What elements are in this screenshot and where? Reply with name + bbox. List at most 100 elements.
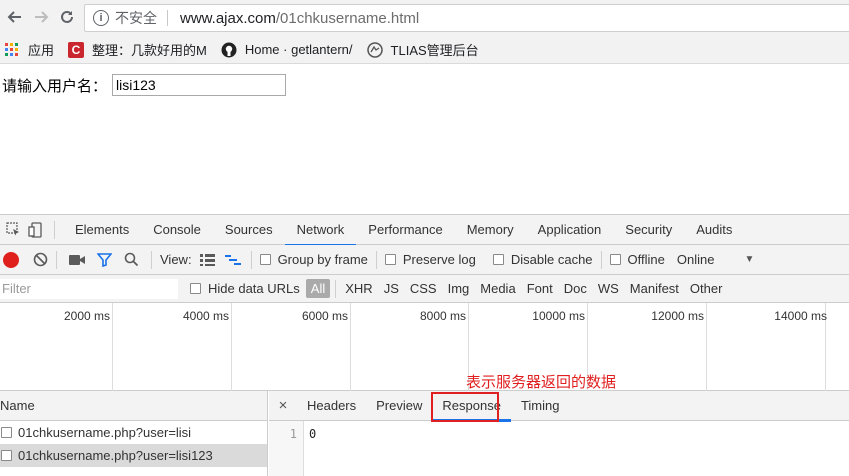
- timeline-column: 2000 ms: [0, 303, 113, 391]
- disable-cache-checkbox[interactable]: [492, 254, 504, 265]
- tab-timing[interactable]: Timing: [511, 391, 570, 421]
- tab-application[interactable]: Application: [526, 215, 614, 245]
- hide-data-urls-toggle[interactable]: Hide data URLs: [190, 281, 300, 296]
- bookmark-apps[interactable]: 应用: [4, 40, 54, 59]
- tab-network[interactable]: Network: [284, 215, 357, 246]
- filter-type-ws[interactable]: WS: [593, 279, 624, 298]
- forward-button[interactable]: [30, 6, 52, 28]
- filter-input[interactable]: Filter: [0, 278, 178, 299]
- filter-funnel-icon[interactable]: [97, 252, 112, 267]
- info-icon[interactable]: i: [93, 10, 109, 26]
- address-bar[interactable]: i 不安全 www.ajax.com/01chkusername.html: [84, 4, 849, 32]
- tab-response[interactable]: Response: [432, 391, 511, 422]
- request-row[interactable]: 01chkusername.php?user=lisi: [0, 421, 267, 444]
- large-rows-icon[interactable]: [199, 253, 215, 266]
- request-name: 01chkusername.php?user=lisi123: [18, 448, 213, 463]
- group-by-frame-label: Group by frame: [277, 252, 368, 267]
- offline-toggle[interactable]: Offline: [609, 252, 665, 267]
- tab-preview[interactable]: Preview: [366, 391, 432, 421]
- bookmark-label: TLIAS管理后台: [390, 43, 479, 58]
- name-column-header[interactable]: Name: [0, 391, 267, 421]
- device-toolbar-icon[interactable]: [24, 215, 46, 245]
- bookmark-label: 应用: [28, 43, 55, 58]
- bookmark-label: 整理：几款好用的M: [92, 43, 207, 58]
- filter-type-manifest[interactable]: Manifest: [625, 279, 684, 298]
- waterfall-overview-icon[interactable]: [224, 254, 241, 266]
- preserve-log-checkbox[interactable]: [384, 254, 396, 265]
- filter-type-doc[interactable]: Doc: [559, 279, 592, 298]
- toolbar-divider: [375, 250, 377, 269]
- url-host: www.ajax.com: [180, 9, 276, 27]
- filter-bar: Filter Hide data URLs All XHR JS CSS Img…: [0, 275, 849, 303]
- tab-performance[interactable]: Performance: [356, 215, 454, 245]
- dropdown-triangle-icon: ▼: [744, 254, 755, 265]
- throttling-select[interactable]: Online ▼: [677, 252, 754, 267]
- file-icon: [1, 427, 12, 438]
- url-path: /01chkusername.html: [275, 9, 420, 27]
- filter-type-other[interactable]: Other: [685, 279, 728, 298]
- csdn-logo-icon: C: [68, 41, 85, 58]
- toolbar-divider: [250, 250, 252, 269]
- insecure-label: 不安全: [115, 10, 157, 26]
- tabbar-divider: [54, 220, 55, 239]
- tab-console[interactable]: Console: [141, 215, 213, 245]
- filter-type-img[interactable]: Img: [443, 279, 475, 298]
- request-list: Name 01chkusername.php?user=lisi 01chkus…: [0, 391, 268, 476]
- network-lower-pane: Name 01chkusername.php?user=lisi 01chkus…: [0, 391, 849, 476]
- offline-label: Offline: [627, 252, 665, 267]
- apps-grid-icon: [4, 42, 20, 58]
- bookmarks-bar: 应用 C 整理：几款好用的M Home · getlantern/ TLIAS管…: [0, 36, 849, 64]
- reload-button[interactable]: [56, 6, 78, 28]
- toolbar-divider: [151, 250, 152, 269]
- clear-icon[interactable]: [33, 252, 48, 267]
- disable-cache-toggle[interactable]: Disable cache: [492, 252, 593, 267]
- group-by-frame-toggle[interactable]: Group by frame: [259, 252, 368, 267]
- preserve-log-label: Preserve log: [402, 252, 476, 267]
- screenshot-camera-icon[interactable]: [69, 254, 85, 266]
- network-toolbar: View: Group by frame Preserve log Disabl…: [0, 245, 849, 275]
- preserve-log-toggle[interactable]: Preserve log: [384, 252, 476, 267]
- filter-type-css[interactable]: CSS: [405, 279, 442, 298]
- timeline-column: 4000 ms: [113, 303, 232, 391]
- timeline-tick-label: 2000 ms: [63, 309, 110, 323]
- tab-memory[interactable]: Memory: [455, 215, 526, 245]
- network-overview-timeline[interactable]: 2000 ms 4000 ms 6000 ms 8000 ms 10000 ms…: [0, 303, 849, 391]
- response-viewer[interactable]: 1 0: [269, 421, 849, 476]
- bookmark-tlias[interactable]: TLIAS管理后台: [366, 40, 479, 59]
- devtools-panel: Elements Console Sources Network Perform…: [0, 214, 849, 476]
- filter-type-all[interactable]: All: [305, 279, 331, 298]
- hide-data-urls-label: Hide data URLs: [208, 281, 300, 296]
- tab-headers[interactable]: Headers: [297, 391, 366, 421]
- forward-arrow-icon: [35, 11, 49, 23]
- search-icon[interactable]: [124, 252, 139, 267]
- line-number-gutter: 1: [269, 421, 304, 476]
- tab-audits[interactable]: Audits: [684, 215, 744, 245]
- close-icon[interactable]: ×: [269, 397, 297, 414]
- timeline-tick-label: 14000 ms: [774, 309, 827, 323]
- request-row[interactable]: 01chkusername.php?user=lisi123: [0, 444, 267, 467]
- username-input[interactable]: lisi123: [112, 74, 286, 96]
- filter-divider: [335, 279, 337, 298]
- filter-type-js[interactable]: JS: [379, 279, 404, 298]
- file-icon: [1, 450, 12, 461]
- bookmark-csdn[interactable]: C 整理：几款好用的M: [68, 40, 207, 59]
- group-by-frame-checkbox[interactable]: [259, 254, 271, 265]
- view-label: View:: [160, 252, 192, 267]
- offline-checkbox[interactable]: [609, 254, 621, 265]
- inspect-element-icon[interactable]: [2, 215, 24, 245]
- record-icon[interactable]: [3, 251, 19, 268]
- filter-type-font[interactable]: Font: [522, 279, 558, 298]
- tab-elements[interactable]: Elements: [63, 215, 141, 245]
- tab-security[interactable]: Security: [613, 215, 684, 245]
- timeline-column: 8000 ms: [351, 303, 469, 391]
- filter-type-xhr[interactable]: XHR: [340, 279, 377, 298]
- omnibox-divider: [167, 10, 168, 26]
- filter-type-media[interactable]: Media: [475, 279, 520, 298]
- hide-data-urls-checkbox[interactable]: [190, 283, 201, 294]
- bookmark-github[interactable]: Home · getlantern/: [221, 42, 353, 58]
- response-content: 0: [309, 427, 317, 441]
- timeline-tick-label: 4000 ms: [182, 309, 229, 323]
- timeline-column: 14000 ms: [707, 303, 827, 391]
- tab-sources[interactable]: Sources: [213, 215, 285, 245]
- back-button[interactable]: [4, 6, 26, 28]
